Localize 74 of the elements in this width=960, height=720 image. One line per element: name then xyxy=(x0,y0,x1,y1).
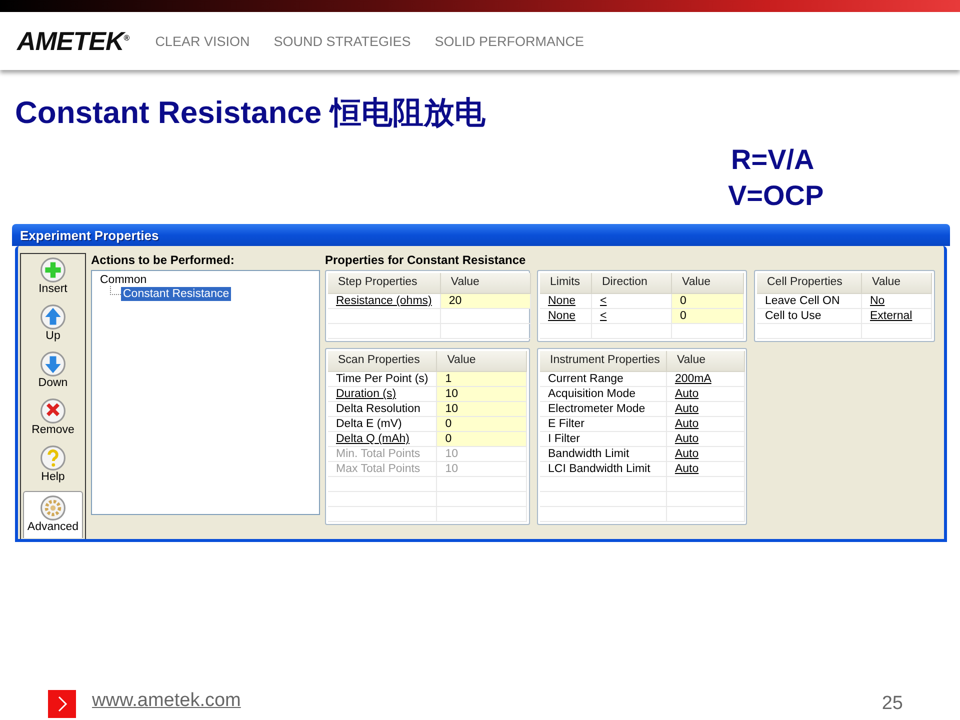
table-cell[interactable]: 1 xyxy=(437,372,528,387)
column-header: Scan Properties xyxy=(328,351,438,372)
table-cell[interactable]: None xyxy=(540,294,592,309)
toolbar-button[interactable]: Remove xyxy=(23,395,83,442)
up-icon xyxy=(40,304,66,330)
company-logo: AMETEK$^{®}$ xyxy=(17,26,130,56)
table-cell: Leave Cell ON xyxy=(757,294,862,309)
tree-item[interactable]: Common xyxy=(98,273,149,287)
toolbar-button[interactable]: Advanced xyxy=(23,491,83,538)
formula: R=V/A xyxy=(731,144,814,176)
table-cell: Min. Total Points xyxy=(328,447,438,462)
window-title: Experiment Properties xyxy=(20,228,159,242)
advanced-icon xyxy=(40,495,66,521)
empty-cell xyxy=(862,324,932,339)
table-cell[interactable]: Resistance (ohms) xyxy=(328,294,441,309)
column-header: Value xyxy=(672,273,744,294)
table-cell[interactable]: Auto xyxy=(666,417,745,432)
table-cell: LCI Bandwidth Limit xyxy=(540,462,667,477)
table-cell[interactable]: External xyxy=(862,309,932,324)
table-cell: Bandwidth Limit xyxy=(540,447,667,462)
empty-cell xyxy=(672,324,744,339)
column-header: Value xyxy=(437,351,528,372)
panel-heading: Actions to be Performed: xyxy=(91,253,236,268)
table-cell[interactable]: 200mA xyxy=(666,372,745,387)
table-cell[interactable]: Auto xyxy=(666,447,745,462)
table-cell[interactable]: None xyxy=(540,309,592,324)
down-icon xyxy=(40,351,66,377)
table-cell: Electrometer Mode xyxy=(540,402,667,417)
toolbar-button[interactable]: Insert xyxy=(23,254,83,301)
table-cell: I Filter xyxy=(540,432,667,447)
table-cell[interactable]: 10 xyxy=(437,402,528,417)
table-cell: Current Range xyxy=(540,372,667,387)
table-cell[interactable]: 0 xyxy=(437,432,528,447)
table-cell[interactable]: Auto xyxy=(666,432,745,447)
website-link[interactable]: www.ametek.com xyxy=(92,690,241,712)
insert-icon xyxy=(40,257,66,283)
slide-title: Constant Resistance 恒电阻放电 xyxy=(15,94,486,132)
table-cell[interactable]: 0 xyxy=(672,309,744,324)
empty-cell xyxy=(540,324,592,339)
table-cell[interactable]: 0 xyxy=(672,294,744,309)
table-cell: Max Total Points xyxy=(328,462,438,477)
table-cell[interactable]: 0 xyxy=(437,417,528,432)
remove-icon xyxy=(40,398,66,424)
table-cell[interactable]: Auto xyxy=(666,462,745,477)
formula: V=OCP xyxy=(728,180,824,212)
tagline: CLEAR VISION xyxy=(155,34,250,48)
tree-item[interactable]: Constant Resistance xyxy=(121,287,232,301)
table-cell: 10 xyxy=(437,462,528,477)
tagline: SOLID PERFORMANCE xyxy=(434,34,584,48)
panel-heading: Properties for Constant Resistance xyxy=(325,253,527,268)
column-header: Instrument Properties xyxy=(540,351,667,372)
column-header: Value xyxy=(666,351,745,372)
help-icon xyxy=(40,445,66,471)
table-cell[interactable]: No xyxy=(862,294,932,309)
column-header: Value xyxy=(862,273,932,294)
table-cell: Acquisition Mode xyxy=(540,387,667,402)
page-number: 25 xyxy=(882,693,903,715)
table-cell[interactable]: Auto xyxy=(666,402,745,417)
toolbar-button[interactable]: Down xyxy=(23,348,83,395)
table-cell: E Filter xyxy=(540,417,667,432)
toolbar-button[interactable]: Up xyxy=(23,301,83,348)
chevron-icon xyxy=(48,690,76,718)
table-cell: 10 xyxy=(437,447,528,462)
column-header: Step Properties xyxy=(328,273,441,294)
column-header: Limits xyxy=(540,273,592,294)
column-header: Direction xyxy=(592,273,672,294)
column-header: Cell Properties xyxy=(757,273,862,294)
tagline: SOUND STRATEGIES xyxy=(274,34,411,48)
table-cell[interactable]: Auto xyxy=(666,387,745,402)
table-cell[interactable]: 20 xyxy=(440,294,531,309)
column-header: Value xyxy=(440,273,531,294)
table-cell: Cell to Use xyxy=(757,309,862,324)
toolbar-button[interactable]: Help xyxy=(23,442,83,489)
table-cell[interactable]: 10 xyxy=(437,387,528,402)
